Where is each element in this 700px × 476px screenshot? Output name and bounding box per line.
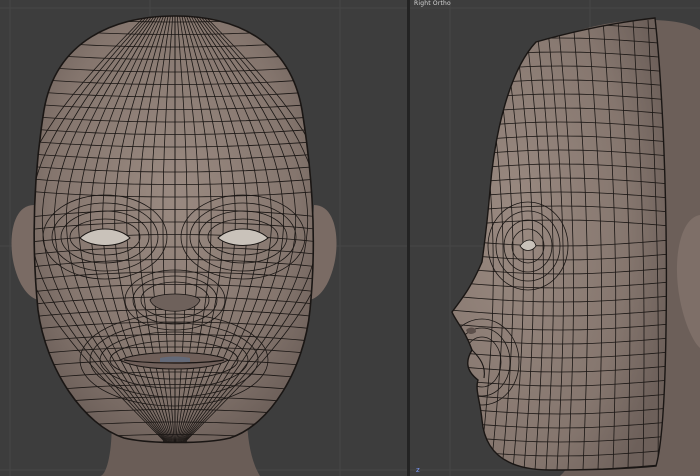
axis-gizmo-icon: z	[416, 466, 420, 474]
side-view-canvas[interactable]	[410, 0, 700, 476]
mouth-gap	[160, 356, 190, 362]
front-view-canvas[interactable]	[0, 0, 407, 476]
viewport-label: Right Ortho	[414, 0, 451, 7]
blender-app: Right Ortho z	[0, 0, 700, 476]
side-viewport[interactable]: Right Ortho z	[410, 0, 700, 476]
front-viewport[interactable]	[0, 0, 407, 476]
